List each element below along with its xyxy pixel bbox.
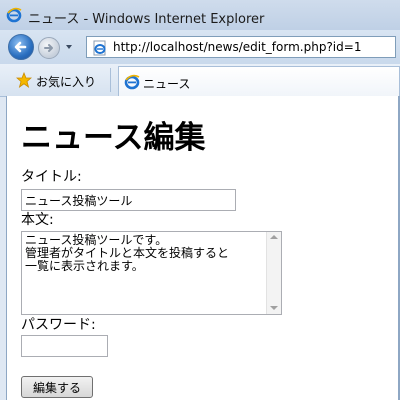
address-bar[interactable]: http://localhost/news/edit_form.php?id=1 xyxy=(86,36,396,58)
scroll-up-icon[interactable] xyxy=(270,235,278,239)
back-arrow-icon xyxy=(14,41,27,53)
window-title: ニュース - Windows Internet Explorer xyxy=(28,12,265,27)
tab-label: ニュース xyxy=(143,77,191,91)
page-title: ニュース編集 xyxy=(21,120,206,156)
submit-edit-button[interactable]: 編集する xyxy=(21,376,93,398)
address-text[interactable]: http://localhost/news/edit_form.php?id=1 xyxy=(113,40,361,54)
password-label: パスワード: xyxy=(21,317,96,333)
ie-icon xyxy=(124,74,140,90)
star-icon xyxy=(16,72,32,88)
navigation-bar: http://localhost/news/edit_form.php?id=1 xyxy=(0,30,400,64)
textarea-scrollbar[interactable] xyxy=(266,232,281,314)
forward-button[interactable] xyxy=(38,37,60,59)
scroll-down-icon[interactable] xyxy=(270,306,278,310)
forward-arrow-icon xyxy=(44,44,53,52)
title-input[interactable] xyxy=(21,189,236,211)
title-label: タイトル: xyxy=(21,169,82,185)
body-label: 本文: xyxy=(21,212,54,228)
favorites-label: お気に入り xyxy=(36,75,97,89)
body-textarea[interactable]: ニュース投稿ツールです。 管理者がタイトルと本文を投稿すると 一覧に表示されます… xyxy=(21,231,282,315)
back-button[interactable] xyxy=(8,34,34,60)
page-content: ニュース編集 タイトル: 本文: ニュース投稿ツールです。 管理者がタイトルと本… xyxy=(6,96,400,400)
window-titlebar: ニュース - Windows Internet Explorer xyxy=(0,0,400,31)
tab-news[interactable]: ニュース xyxy=(118,66,400,96)
ie-icon xyxy=(93,40,106,56)
password-field[interactable] xyxy=(21,335,108,357)
ie-icon xyxy=(6,7,22,23)
tab-bar: お気に入り ニュース xyxy=(0,64,400,97)
tab-divider xyxy=(110,68,111,92)
favorites-button[interactable]: お気に入り xyxy=(12,68,96,92)
chevron-down-icon[interactable] xyxy=(64,42,74,52)
